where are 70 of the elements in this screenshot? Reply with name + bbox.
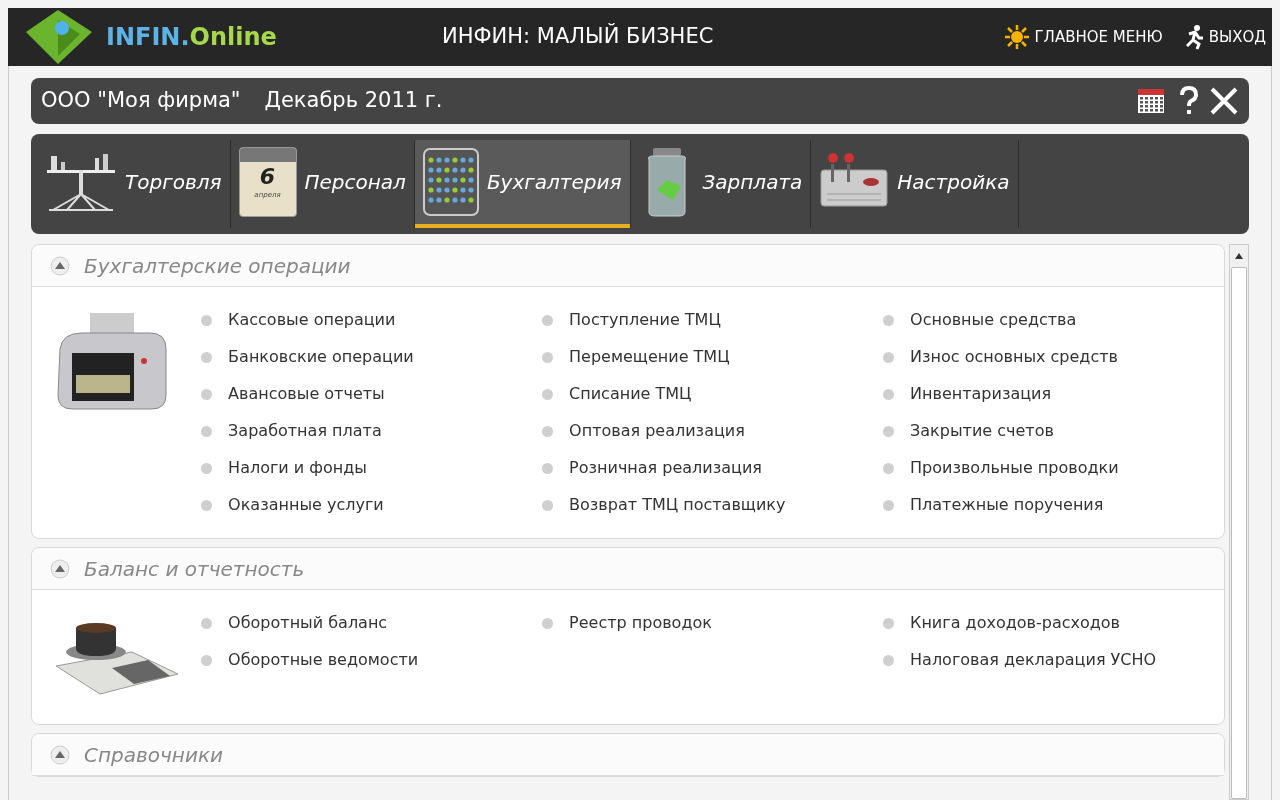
menu-link[interactable]: Произвольные проводки [883, 457, 1224, 479]
section-title: Баланс и отчетность [84, 555, 305, 583]
bullet-icon [201, 462, 213, 474]
bullet-icon [542, 499, 554, 511]
menu-link[interactable]: Налоги и фонды [201, 457, 543, 479]
module-tab[interactable]: Торговля [37, 140, 230, 228]
bullet-icon [201, 499, 213, 511]
bullet-icon [883, 314, 895, 326]
menu-link[interactable]: Оборотный баланс [201, 612, 543, 634]
close-icon [1209, 86, 1239, 116]
menu-link[interactable]: Возврат ТМЦ поставщику [542, 494, 884, 516]
scrollbar-thumb[interactable] [1231, 267, 1247, 799]
menu-link[interactable]: Основные средства [883, 309, 1224, 331]
menu-link[interactable]: Книга доходов-расходов [883, 612, 1224, 634]
sun-icon [1004, 24, 1031, 50]
scroll-up-icon [1234, 251, 1244, 261]
logo-text: INFIN.Online [106, 22, 277, 53]
section-title: Справочники [84, 741, 223, 769]
bullet-icon [883, 388, 895, 400]
bullet-icon [542, 617, 554, 629]
bullet-icon [201, 654, 213, 666]
company-name: ООО "Моя фирма" [41, 87, 241, 115]
bullet-icon [542, 388, 554, 400]
bullet-icon [883, 499, 895, 511]
menu-link[interactable]: Закрытие счетов [883, 420, 1224, 442]
menu-link[interactable]: Оказанные услуги [201, 494, 543, 516]
bullet-icon [542, 462, 554, 474]
menu-link[interactable]: Инвентаризация [883, 383, 1224, 405]
menu-link[interactable]: Реестр проводок [542, 612, 884, 634]
module-tab[interactable]: Зарплата [630, 140, 811, 228]
bullet-icon [542, 425, 554, 437]
menu-link[interactable]: Банковские операции [201, 346, 543, 368]
app-title: ИНФИН: МАЛЫЙ БИЗНЕС [442, 22, 714, 51]
module-tab[interactable]: Бухгалтерия [414, 140, 630, 228]
bullet-icon [201, 388, 213, 400]
bullet-icon [883, 351, 895, 363]
bullet-icon [201, 617, 213, 629]
bullet-icon [201, 351, 213, 363]
menu-link[interactable]: Перемещение ТМЦ [542, 346, 884, 368]
menu-link[interactable]: Кассовые операции [201, 309, 543, 331]
exit-link[interactable]: ВЫХОД [1182, 24, 1266, 50]
menu-link[interactable]: Поступление ТМЦ [542, 309, 884, 331]
menu-link[interactable]: Налоговая декларация УСНО [883, 649, 1224, 671]
menu-link[interactable]: Розничная реализация [542, 457, 884, 479]
bullet-icon [201, 425, 213, 437]
help-button[interactable] [1179, 86, 1199, 116]
bullet-icon [883, 617, 895, 629]
menu-link[interactable]: Списание ТМЦ [542, 383, 884, 405]
module-tab[interactable]: Настройка [811, 140, 1018, 228]
menu-link[interactable]: Износ основных средств [883, 346, 1224, 368]
main-menu-link[interactable]: ГЛАВНОЕ МЕНЮ [1004, 24, 1163, 50]
help-icon [1179, 86, 1199, 116]
abacus-icon [422, 148, 479, 216]
section-title: Бухгалтерские операции [84, 252, 351, 280]
menu-link[interactable]: Авансовые отчеты [201, 383, 543, 405]
bullet-icon [542, 351, 554, 363]
bullet-icon [883, 654, 895, 666]
close-button[interactable] [1209, 86, 1239, 116]
menu-link[interactable]: Платежные поручения [883, 494, 1224, 516]
menu-link[interactable]: Заработная плата [201, 420, 543, 442]
menu-link[interactable]: Оборотные ведомости [201, 649, 543, 671]
calendar-icon [1137, 88, 1165, 114]
calendar-button[interactable] [1137, 88, 1165, 114]
menu-link[interactable]: Оптовая реализация [542, 420, 884, 442]
bullet-icon [542, 314, 554, 326]
bullet-icon [201, 314, 213, 326]
period-label: Декабрь 2011 г. [264, 87, 443, 115]
scrollbar[interactable] [1229, 244, 1249, 800]
bullet-icon [883, 425, 895, 437]
bullet-icon [883, 462, 895, 474]
